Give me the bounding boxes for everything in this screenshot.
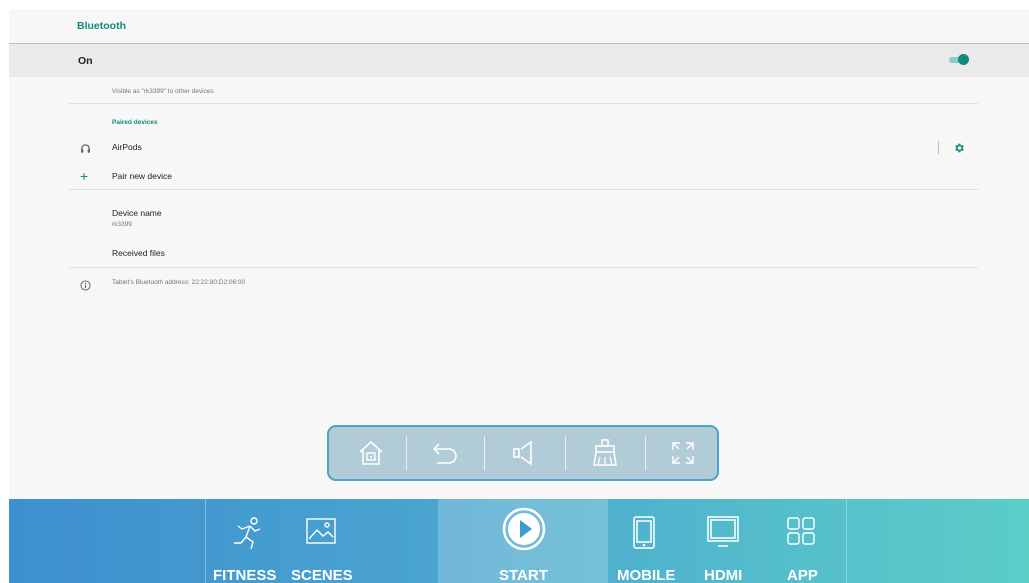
device-name-value: rk3399: [112, 221, 132, 228]
clean-button[interactable]: [589, 437, 621, 469]
play-icon: [502, 507, 546, 551]
divider: [69, 103, 978, 104]
dock-start[interactable]: START: [457, 499, 587, 583]
device-name-row[interactable]: Device name rk3399: [9, 202, 929, 234]
nav-separator: [645, 436, 646, 470]
dock-mobile[interactable]: MOBILE: [615, 499, 691, 583]
dock-app[interactable]: APP: [769, 499, 829, 583]
device-name-label: Device name: [112, 208, 162, 218]
divider: [69, 267, 978, 268]
volume-button[interactable]: [509, 437, 541, 469]
toggle-label: On: [78, 55, 93, 67]
page-title: Bluetooth: [77, 20, 126, 32]
bluetooth-address-text: Tablet's Bluetooth address: 22:22:80:D2:…: [112, 279, 246, 286]
info-icon: [80, 278, 91, 296]
fullscreen-button[interactable]: [667, 437, 699, 469]
dock-scenes[interactable]: SCENES: [289, 499, 369, 583]
headphones-icon: [80, 141, 91, 159]
pair-new-device[interactable]: + Pair new device: [9, 164, 929, 188]
back-icon: [432, 443, 457, 464]
nav-separator: [484, 436, 485, 470]
runner-icon: [234, 517, 261, 550]
received-files-label: Received files: [112, 248, 165, 258]
fullscreen-icon: [672, 442, 694, 464]
dock-app-label: APP: [787, 567, 818, 583]
picture-icon: [306, 518, 336, 544]
dock-start-label: START: [499, 567, 548, 583]
paired-device-airpods[interactable]: AirPods: [9, 135, 929, 159]
phone-icon: [633, 516, 655, 549]
switch-thumb: [958, 54, 969, 65]
dock-scenes-label: SCENES: [291, 567, 353, 583]
device-settings-button[interactable]: [953, 141, 967, 155]
volume-icon: [513, 440, 532, 466]
title-bar: Bluetooth: [9, 9, 1029, 44]
dock-mobile-label: MOBILE: [617, 567, 676, 583]
device-name-airpods: AirPods: [112, 142, 142, 152]
home-icon: [359, 440, 383, 465]
nav-separator: [565, 436, 566, 470]
bottom-dock: FITNESS SCENES START MOBILE HDMI APP: [9, 499, 1029, 583]
bluetooth-address-row: Tablet's Bluetooth address: 22:22:80:D2:…: [9, 274, 929, 294]
dock-fitness-label: FITNESS: [213, 567, 277, 583]
plus-icon: +: [80, 168, 89, 184]
gear-icon: [955, 143, 964, 153]
divider: [69, 189, 978, 190]
clean-icon: [593, 439, 617, 466]
home-button[interactable]: [355, 437, 387, 469]
received-files-row[interactable]: Received files: [9, 241, 929, 265]
visibility-text: Visible as "rk3399" to other devices: [112, 88, 214, 95]
dock-fitness[interactable]: FITNESS: [209, 499, 289, 583]
monitor-icon: [707, 516, 739, 547]
floating-nav-bar: [327, 425, 719, 481]
bluetooth-toggle-row[interactable]: On: [9, 44, 1029, 77]
bluetooth-switch[interactable]: [949, 54, 969, 66]
grid-icon: [787, 517, 815, 545]
nav-separator: [406, 436, 407, 470]
paired-devices-title: Paired devices: [112, 119, 158, 126]
pair-new-device-label: Pair new device: [112, 171, 173, 181]
back-button[interactable]: [429, 437, 461, 469]
dock-hdmi-label: HDMI: [704, 567, 743, 583]
dock-hdmi[interactable]: HDMI: [697, 499, 761, 583]
settings-separator: [938, 141, 939, 154]
